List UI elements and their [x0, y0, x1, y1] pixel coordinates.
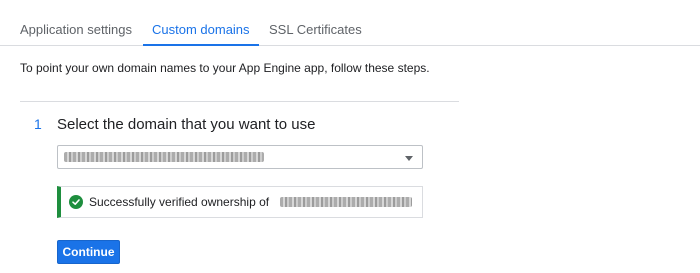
tab-custom-domains[interactable]: Custom domains — [143, 0, 259, 46]
check-circle-icon — [69, 195, 83, 209]
intro-text: To point your own domain names to your A… — [20, 61, 430, 75]
tab-application-settings[interactable]: Application settings — [20, 0, 132, 45]
redacted-domain-name — [280, 197, 412, 207]
tab-ssl-certificates[interactable]: SSL Certificates — [269, 0, 362, 45]
tab-label: Application settings — [20, 22, 133, 37]
redacted-domain-value — [64, 152, 264, 162]
tab-label: SSL Certificates — [269, 22, 362, 37]
verification-success-notice: Successfully verified ownership of — [57, 186, 423, 218]
tab-bar: Application settings Custom domains SSL … — [0, 0, 700, 46]
chevron-down-icon — [405, 156, 413, 161]
divider — [20, 101, 459, 102]
active-tab-indicator — [143, 44, 259, 46]
tab-label: Custom domains — [152, 22, 250, 37]
notice-text: Successfully verified ownership of — [89, 195, 270, 209]
domain-select[interactable] — [57, 145, 423, 169]
continue-button[interactable]: Continue — [57, 240, 120, 264]
step-number: 1 — [34, 116, 42, 132]
step-title: Select the domain that you want to use — [57, 116, 316, 133]
